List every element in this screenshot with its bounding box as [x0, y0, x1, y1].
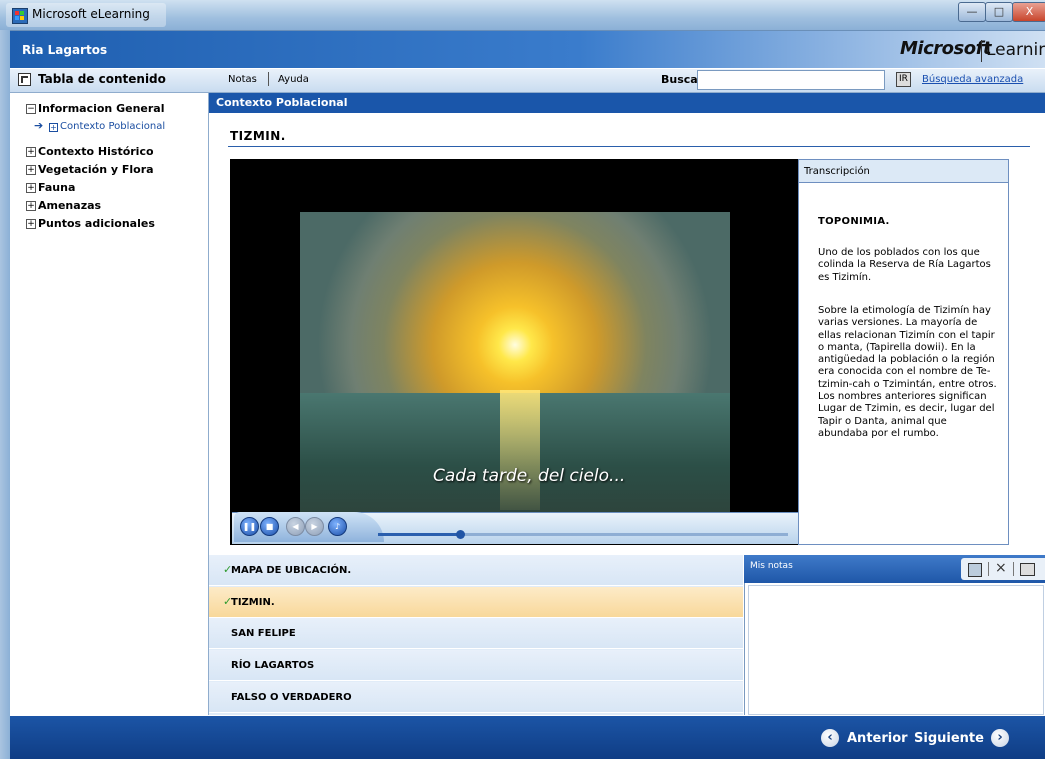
minimize-button[interactable]: —	[958, 2, 986, 22]
toc-panel: − Informacion General ➔ + Contexto Pobla…	[10, 93, 209, 715]
lesson-label: TIZMIN.	[231, 597, 275, 608]
collapse-icon[interactable]: −	[26, 104, 36, 114]
toc-title[interactable]: Tabla de contenido	[38, 72, 166, 86]
help-link[interactable]: Ayuda	[278, 74, 309, 85]
next-arrow-icon[interactable]: ›	[991, 729, 1009, 747]
brand-divider	[981, 40, 982, 62]
toc-item-fauna[interactable]: Fauna	[38, 181, 75, 194]
search-go-icon[interactable]: IR	[896, 72, 911, 87]
maximize-button[interactable]: □	[985, 2, 1013, 22]
toolbar-divider	[268, 72, 269, 86]
save-icon[interactable]	[968, 563, 982, 577]
lesson-item-mapa[interactable]: ✓ MAPA DE UBICACIÓN.	[209, 555, 743, 586]
notes-link[interactable]: Notas	[228, 74, 257, 85]
toc-icon[interactable]	[18, 73, 31, 86]
transcript-heading: TOPONIMIA.	[818, 216, 890, 227]
print-icon[interactable]	[1020, 563, 1035, 576]
app-header	[10, 31, 1045, 68]
lesson-label: FALSO O VERDADERO	[231, 692, 352, 703]
toc-item-amenazas[interactable]: Amenazas	[38, 199, 101, 212]
window-left-edge	[0, 30, 10, 759]
seek-progress	[378, 533, 460, 536]
next-icon[interactable]: ▶	[305, 517, 324, 536]
transcript-paragraph: Uno de los poblados con los que colinda …	[818, 247, 991, 283]
lesson-item-san-felipe[interactable]: SAN FELIPE	[209, 618, 743, 649]
close-button[interactable]: X	[1012, 2, 1045, 22]
previous-arrow-icon[interactable]: ‹	[821, 729, 839, 747]
volume-icon[interactable]: ♪	[328, 517, 347, 536]
previous-icon[interactable]: ◀	[286, 517, 305, 536]
notes-divider	[988, 562, 989, 576]
notes-divider	[1013, 562, 1014, 576]
toc-item-puntos-adicionales[interactable]: Puntos adicionales	[38, 217, 155, 230]
section-title: Contexto Poblacional	[216, 96, 348, 109]
app-icon	[12, 8, 28, 24]
transcript-paragraph: Sobre la etimología de Tizimín hay varia…	[818, 305, 997, 439]
lesson-label: RÍO LAGARTOS	[231, 660, 315, 671]
toc-item-contexto-historico[interactable]: Contexto Histórico	[38, 145, 154, 158]
expand-icon[interactable]: +	[49, 123, 58, 132]
search-input[interactable]	[697, 70, 885, 90]
expand-icon[interactable]: +	[26, 183, 36, 193]
seek-handle[interactable]	[456, 530, 465, 539]
toc-item-vegetacion-flora[interactable]: Vegetación y Flora	[38, 163, 154, 176]
app-title: Ria Lagartos	[22, 43, 108, 57]
close-icon[interactable]: ×	[995, 560, 1007, 576]
topic-title: TIZMIN.	[230, 129, 286, 143]
video-subtitle: Cada tarde, del cielo...	[433, 466, 626, 486]
expand-icon[interactable]: +	[26, 201, 36, 211]
expand-icon[interactable]: +	[26, 165, 36, 175]
lesson-item-rio-lagartos[interactable]: RÍO LAGARTOS	[209, 650, 743, 681]
previous-button[interactable]: Anterior	[847, 731, 908, 746]
pause-icon[interactable]: ❚❚	[240, 517, 259, 536]
lesson-item-tizmin[interactable]: ✓ TIZMIN.	[209, 587, 743, 618]
sun-reflection	[500, 390, 540, 510]
window-title: Microsoft eLearning	[32, 7, 150, 21]
expand-icon[interactable]: +	[26, 219, 36, 229]
notes-title: Mis notas	[750, 561, 793, 571]
next-button[interactable]: Siguiente	[914, 731, 984, 746]
toc-item-informacion-general[interactable]: Informacion General	[38, 102, 164, 115]
expand-icon[interactable]: +	[26, 147, 36, 157]
arrow-right-icon: ➔	[34, 119, 44, 132]
advanced-search-link[interactable]: Búsqueda avanzada	[922, 74, 1023, 85]
lesson-label: MAPA DE UBICACIÓN.	[231, 565, 352, 576]
transcript-title: Transcripción	[804, 166, 870, 177]
toc-item-contexto-poblacional[interactable]: Contexto Poblacional	[60, 121, 165, 132]
stop-icon[interactable]: ■	[260, 517, 279, 536]
brand-microsoft-logo: Microsoft	[900, 38, 992, 59]
lesson-label: SAN FELIPE	[231, 628, 296, 639]
lesson-item-falso-verdadero[interactable]: FALSO O VERDADERO	[209, 682, 743, 713]
notes-textarea[interactable]	[748, 585, 1044, 715]
topic-divider	[228, 146, 1030, 147]
brand-learning-text: Learning	[986, 40, 1045, 60]
